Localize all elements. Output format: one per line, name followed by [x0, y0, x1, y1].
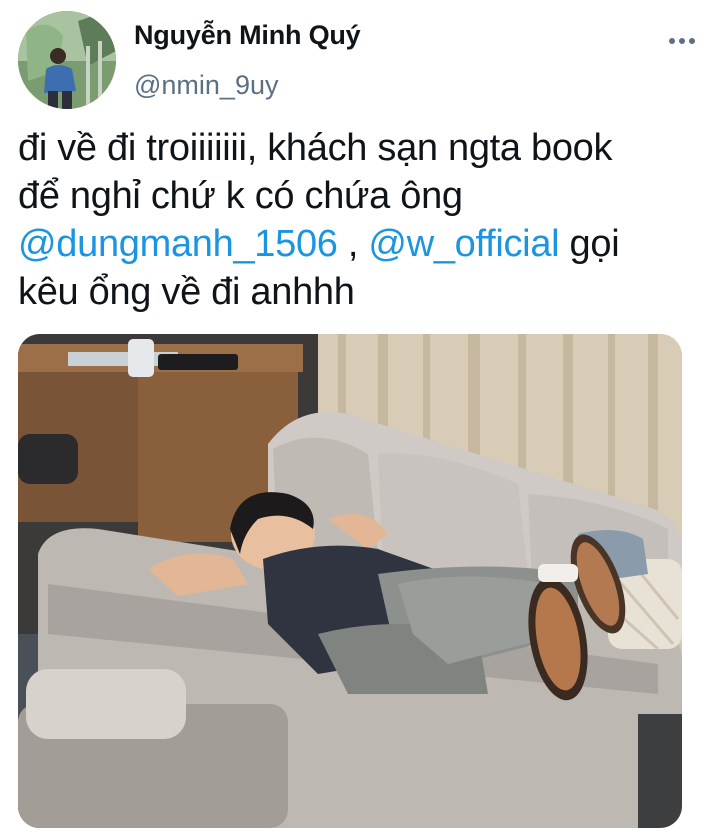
- avatar[interactable]: [18, 11, 116, 109]
- tweet-text-fragment: gọi: [559, 223, 620, 265]
- tweet-line: kêu ổng về đi anhhh: [18, 271, 355, 313]
- user-handle[interactable]: @nmin_9uy: [134, 70, 278, 101]
- more-horizontal-icon: [669, 38, 695, 44]
- mention-separator: ,: [337, 223, 369, 265]
- display-name[interactable]: Nguyễn Minh Quý: [134, 20, 361, 51]
- tweet-line: @dungmanh_1506 , @w_official gọi: [18, 220, 702, 268]
- photo-person-sleeping-on-sofa: [18, 334, 682, 828]
- tweet-line: để nghỉ chứ k có chứa ông: [18, 175, 463, 217]
- mention-link[interactable]: @dungmanh_1506: [18, 223, 338, 265]
- tweet-line: đi về đi troiiiiiii, khách sạn ngta book: [18, 127, 613, 169]
- more-options-button[interactable]: [664, 26, 700, 56]
- mention-link[interactable]: @w_official: [368, 223, 559, 265]
- tweet-photo[interactable]: [18, 334, 682, 828]
- tweet-text: đi về đi troiiiiiii, khách sạn ngta book…: [18, 124, 702, 316]
- avatar-photo: [18, 11, 116, 109]
